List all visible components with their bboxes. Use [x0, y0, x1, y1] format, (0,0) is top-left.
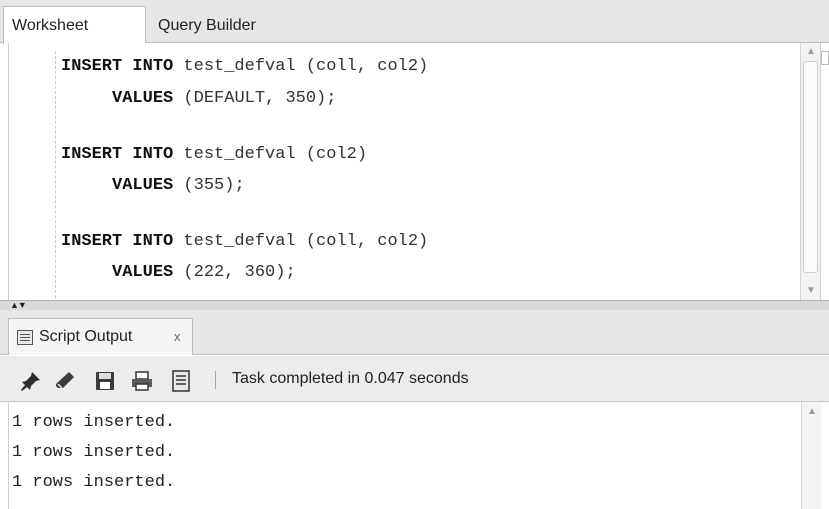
output-line: 1 rows inserted. — [12, 473, 176, 492]
code-line: VALUES (355); — [61, 174, 245, 198]
code-line: INSERT INTO test_defval (coll, col2) — [61, 55, 428, 79]
editor-vertical-scrollbar[interactable]: ▲ ▼ — [800, 43, 820, 300]
tab-query-builder[interactable]: Query Builder — [150, 8, 280, 43]
tab-worksheet[interactable]: Worksheet — [3, 6, 146, 44]
output-line: 1 rows inserted. — [12, 413, 176, 432]
sql-text: (DEFAULT, 350); — [173, 89, 337, 108]
scroll-thumb[interactable] — [803, 61, 818, 273]
code-line: VALUES (222, 360); — [61, 261, 296, 285]
document-icon[interactable] — [170, 370, 190, 392]
code-line: VALUES (DEFAULT, 350); — [61, 87, 336, 111]
sql-keyword: INSERT INTO — [61, 232, 174, 251]
output-tab-strip: Script Output x — [0, 310, 829, 355]
sql-text: (355); — [173, 176, 245, 195]
scroll-up-icon[interactable]: ▲ — [806, 406, 818, 417]
split-arrows-icon[interactable]: ▲▼ — [10, 301, 27, 310]
tab-script-output-label: Script Output — [39, 328, 133, 345]
save-icon[interactable] — [94, 370, 114, 390]
panel-splitter[interactable]: ▲▼ — [0, 300, 829, 310]
script-output-area[interactable]: 1 rows inserted. 1 rows inserted. 1 rows… — [8, 402, 821, 509]
editor-gutter — [55, 51, 56, 298]
code-line: INSERT INTO test_defval (col2) — [61, 143, 367, 167]
editor-tab-strip: Worksheet Query Builder — [0, 0, 829, 44]
sql-keyword: VALUES — [112, 263, 174, 282]
script-output-icon — [17, 330, 33, 345]
pin-icon[interactable] — [20, 370, 40, 391]
sql-text: test_defval (coll, col2) — [173, 57, 429, 76]
tab-script-output[interactable]: Script Output x — [8, 318, 193, 355]
sql-text: (222, 360); — [173, 263, 296, 282]
sql-text: test_defval (col2) — [173, 145, 368, 164]
eraser-icon[interactable] — [54, 370, 74, 390]
scroll-up-icon[interactable]: ▲ — [805, 47, 817, 57]
toolbar-separator — [215, 371, 216, 389]
sql-editor[interactable]: INSERT INTO test_defval (coll, col2) VAL… — [8, 43, 821, 300]
print-icon[interactable] — [130, 370, 152, 391]
sql-text: test_defval (coll, col2) — [173, 232, 429, 251]
task-status-text: Task completed in 0.047 seconds — [232, 370, 469, 387]
sql-keyword: VALUES — [112, 89, 174, 108]
output-line: 1 rows inserted. — [12, 443, 176, 462]
close-icon[interactable]: x — [174, 319, 181, 355]
editor-corner-box — [821, 51, 829, 65]
sql-keyword: VALUES — [112, 176, 174, 195]
sql-keyword: INSERT INTO — [61, 57, 174, 76]
scroll-down-icon[interactable]: ▼ — [805, 286, 817, 296]
code-line: INSERT INTO test_defval (coll, col2) — [61, 230, 428, 254]
output-toolbar: Task completed in 0.047 seconds — [0, 356, 829, 402]
sql-keyword: INSERT INTO — [61, 145, 174, 164]
output-vertical-scrollbar[interactable]: ▲ — [801, 402, 821, 509]
